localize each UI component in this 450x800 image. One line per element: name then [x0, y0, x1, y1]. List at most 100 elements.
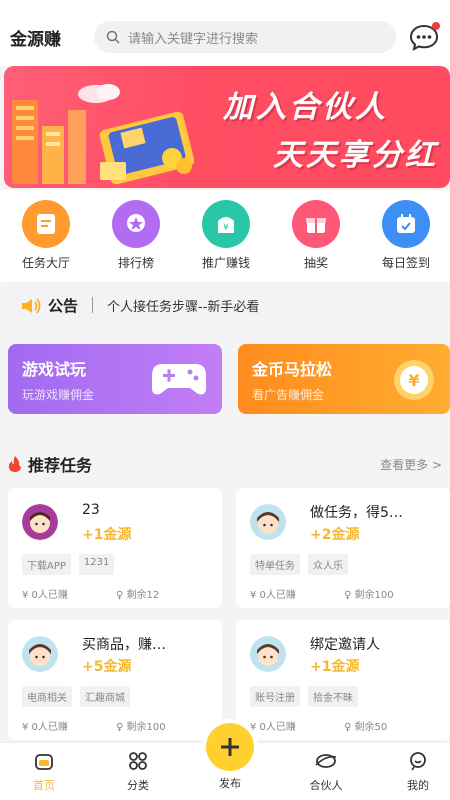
tab-label: 合伙人 [309, 779, 343, 792]
quick-item-label: 推广赚钱 [201, 256, 250, 270]
quick-item-task-hall[interactable]: 任务大厅 [6, 200, 86, 271]
search-placeholder: 请输入关键字进行搜索 [128, 31, 259, 47]
plus-icon [221, 738, 239, 756]
promo-coin-marathon[interactable]: 金币马拉松 看广告赚佣金 ¥ [238, 344, 450, 414]
banner-headline-1: 加入合伙人 [223, 90, 388, 125]
remaining-count: 剩余12 [126, 590, 160, 601]
home-icon [35, 754, 53, 770]
task-hall-icon [22, 200, 70, 248]
partner-banner[interactable]: 加入合伙人 天天享分红 [4, 66, 450, 188]
task-tags: 账号注册 拾金不昧 [250, 686, 358, 707]
quick-item-ranking[interactable]: 排行榜 [96, 200, 176, 271]
quick-item-label: 抽奖 [303, 256, 328, 270]
notice-text: 个人接任务步骤--新手必看 [107, 299, 260, 315]
svg-text:¥: ¥ [223, 223, 229, 233]
task-card[interactable]: 23 +1金源 下载APP 1231 ¥ 0人已赚 ♀ 剩余12 [8, 488, 222, 608]
task-tag: 下载APP [22, 554, 71, 575]
remaining-count-row: ♀ 剩余100 [344, 586, 394, 601]
message-button[interactable] [408, 21, 440, 53]
lottery-icon [292, 200, 340, 248]
bottom-tab-bar: 首页 分类 发布 合伙人 我的 [0, 723, 450, 800]
task-tag: 1231 [78, 554, 115, 575]
task-tags: 特单任务 众人乐 [250, 554, 348, 575]
task-tag: 特单任务 [250, 554, 300, 575]
recommend-title: 推荐任务 [28, 456, 93, 475]
notice-divider [92, 297, 94, 313]
earned-count: ¥ 0人已赚 [22, 722, 68, 733]
person-icon: ♀ [116, 590, 124, 601]
tab-partner[interactable]: 合伙人 [286, 751, 366, 793]
quick-item-label: 任务大厅 [21, 256, 70, 270]
unread-dot [432, 22, 440, 30]
avatar [250, 636, 286, 672]
tab-mine[interactable]: 我的 [378, 751, 450, 793]
task-reward: +1金源 [82, 527, 132, 543]
remaining-count-row: ♀ 剩余100 [116, 718, 166, 733]
person-icon: ♀ [344, 590, 352, 601]
category-grid-icon [129, 752, 147, 770]
avatar [22, 504, 58, 540]
quick-item-checkin[interactable]: 每日签到 [366, 200, 446, 271]
earned-count: ¥ 0人已赚 [22, 590, 68, 601]
search-bar[interactable]: 请输入关键字进行搜索 [94, 21, 396, 53]
publish-button[interactable] [206, 723, 254, 771]
megaphone-icon [22, 298, 41, 314]
earned-count: ¥ 0人已赚 [250, 722, 296, 733]
task-tag: 账号注册 [250, 686, 300, 707]
yen-coin-icon: ¥ [394, 360, 434, 400]
task-title: 做任务，得5… [310, 505, 403, 521]
quick-item-lottery[interactable]: 抽奖 [276, 200, 356, 271]
gamepad-icon [152, 364, 206, 395]
remaining-count-row: ♀ 剩余50 [344, 718, 387, 733]
task-reward: +5金源 [82, 659, 132, 675]
quick-item-label: 排行榜 [117, 256, 154, 270]
promote-money-icon: ¥ [202, 200, 250, 248]
task-card[interactable]: 做任务，得5… +2金源 特单任务 众人乐 ¥ 0人已赚 ♀ 剩余100 [236, 488, 450, 608]
task-title: 绑定邀请人 [310, 637, 380, 653]
quick-item-promote[interactable]: ¥ 推广赚钱 [186, 200, 266, 271]
ranking-icon [112, 200, 160, 248]
avatar [22, 636, 58, 672]
tab-label: 我的 [407, 779, 429, 792]
task-card[interactable]: 绑定邀请人 +1金源 账号注册 拾金不昧 ¥ 0人已赚 ♀ 剩余50 [236, 620, 450, 740]
task-reward: +1金源 [310, 659, 360, 675]
task-card[interactable]: 买商品，赚… +5金源 电商相关 汇趣商城 ¥ 0人已赚 ♀ 剩余100 [8, 620, 222, 740]
fire-icon [8, 456, 21, 472]
quick-item-label: 每日签到 [381, 256, 430, 270]
notice-bar[interactable]: 公告 个人接任务步骤--新手必看 [8, 285, 450, 325]
partner-icon [315, 754, 337, 768]
tab-label: 首页 [33, 779, 55, 792]
notice-title: 公告 [48, 296, 79, 315]
task-reward: +2金源 [310, 527, 360, 543]
banner-illustration [12, 84, 195, 185]
avatar [250, 504, 286, 540]
tab-label: 分类 [127, 779, 149, 792]
user-face-icon [410, 752, 426, 771]
tab-category[interactable]: 分类 [98, 751, 178, 793]
publish-label: 发布 [219, 777, 241, 790]
svg-text:¥: ¥ [408, 371, 419, 390]
task-title: 23 [82, 502, 100, 518]
remaining-count: 剩余100 [354, 590, 394, 601]
tab-home[interactable]: 首页 [4, 751, 84, 793]
promo-game-trial[interactable]: 游戏试玩 玩游戏赚佣金 [8, 344, 222, 414]
person-icon: ♀ [344, 722, 352, 733]
recommend-header: 推荐任务 查看更多 > [0, 446, 450, 482]
remaining-count-row: ♀ 剩余12 [116, 586, 159, 601]
task-tags: 下载APP 1231 [22, 554, 115, 575]
task-tag: 电商相关 [22, 686, 72, 707]
task-tag: 拾金不昧 [308, 686, 358, 707]
remaining-count: 剩余100 [126, 722, 166, 733]
remaining-count: 剩余50 [354, 722, 388, 733]
quick-menu: 任务大厅 排行榜 ¥ 推广赚钱 抽奖 每日签到 [0, 190, 450, 282]
view-more-link[interactable]: 查看更多 > [380, 456, 442, 473]
search-icon [106, 30, 120, 44]
task-title: 买商品，赚… [82, 637, 166, 653]
task-tag: 汇趣商城 [80, 686, 130, 707]
task-tag: 众人乐 [308, 554, 348, 575]
app-title: 金源赚 [10, 29, 61, 50]
daily-checkin-icon [382, 200, 430, 248]
task-tags: 电商相关 汇趣商城 [22, 686, 130, 707]
home-screen: 金源赚 请输入关键字进行搜索 加入合伙人 天天享分红 任务大厅 排行榜 ¥ 推广… [0, 0, 450, 800]
person-icon: ♀ [116, 722, 124, 733]
